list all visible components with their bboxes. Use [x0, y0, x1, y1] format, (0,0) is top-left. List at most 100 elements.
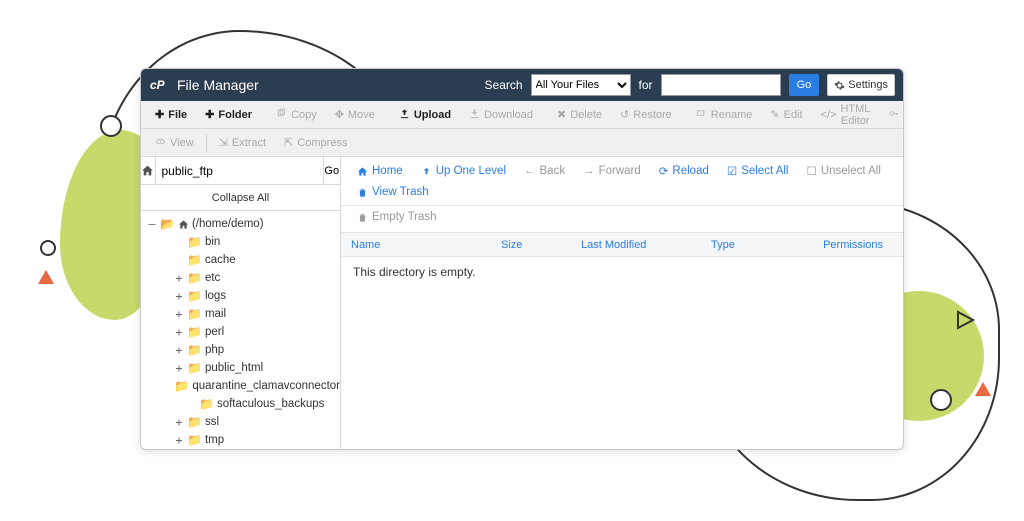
folder-button[interactable]: ✚Folder	[197, 104, 260, 125]
file-manager-window: cP File Manager Search All Your Files fo…	[140, 68, 904, 450]
tree-root[interactable]: – 📂 (/home/demo)	[147, 215, 340, 233]
select-all[interactable]: ☑Select All	[719, 161, 797, 181]
body-area: Go Collapse All – 📂 (/home/demo) 📁bin📁ca…	[141, 157, 903, 449]
expand-icon[interactable]: +	[174, 307, 184, 321]
folder-icon: 📁	[187, 433, 202, 447]
compress-button[interactable]: ⇱Compress	[276, 132, 355, 153]
expand-icon[interactable]: +	[174, 271, 184, 285]
nav-back-label: Back	[540, 165, 566, 177]
toolbar-primary: ✚File ✚Folder Copy ✥Move Upload Download…	[141, 101, 903, 129]
unselect-all[interactable]: ☐Unselect All	[799, 161, 889, 181]
col-size[interactable]: Size	[491, 239, 571, 251]
html-editor-button[interactable]: </>HTML Editor	[813, 99, 878, 131]
expand-icon[interactable]: +	[174, 289, 184, 303]
col-last-modified[interactable]: Last Modified	[571, 239, 701, 251]
tree-item-label: etc	[205, 272, 220, 284]
nav-up[interactable]: Up One Level	[413, 162, 514, 180]
tree-item[interactable]: 📁cache	[147, 251, 340, 269]
expand-icon[interactable]: +	[174, 343, 184, 357]
empty-trash[interactable]: Empty Trash	[349, 208, 445, 226]
folder-icon: 📁	[187, 415, 202, 429]
select-all-label: Select All	[741, 165, 788, 177]
copy-icon	[276, 108, 287, 122]
collapse-icon[interactable]: –	[147, 217, 157, 231]
tree-item[interactable]: +📁logs	[147, 287, 340, 305]
col-permissions[interactable]: Permissions	[801, 239, 903, 251]
expand-icon[interactable]: +	[174, 433, 184, 447]
folder-icon: 📁	[199, 397, 214, 411]
nav-up-label: Up One Level	[436, 165, 506, 177]
view-button[interactable]: View	[147, 132, 202, 154]
html-editor-label: HTML Editor	[840, 103, 870, 127]
tree-item[interactable]: 📁bin	[147, 233, 340, 251]
key-icon	[888, 108, 899, 122]
upload-button[interactable]: Upload	[391, 104, 459, 126]
tree-item-label: softaculous_backups	[217, 398, 324, 410]
restore-label: Restore	[633, 109, 672, 121]
tree-item[interactable]: +📁public_html	[147, 359, 340, 377]
search-scope-select[interactable]: All Your Files	[531, 74, 631, 96]
decor-circle-1	[100, 115, 122, 137]
nav-reload[interactable]: ⟳Reload	[651, 161, 717, 181]
expand-icon[interactable]: +	[174, 361, 184, 375]
decor-circle-2	[40, 240, 56, 256]
tree-item[interactable]: +📁ssl	[147, 413, 340, 431]
permissions-button[interactable]: Permissions	[880, 104, 904, 126]
tree-item[interactable]: 📁softaculous_backups	[147, 395, 340, 413]
tree-item[interactable]: +📁php	[147, 341, 340, 359]
rename-button[interactable]: Rename	[688, 104, 761, 126]
search-go-button[interactable]: Go	[789, 74, 820, 96]
path-input[interactable]	[156, 157, 323, 184]
table-header: Name Size Last Modified Type Permissions	[341, 233, 903, 257]
delete-button[interactable]: ✖Delete	[549, 104, 610, 125]
collapse-all-button[interactable]: Collapse All	[141, 185, 340, 211]
tree-item-label: ssl	[205, 416, 219, 428]
download-label: Download	[484, 109, 533, 121]
expand-icon[interactable]: +	[174, 415, 184, 429]
tree-item[interactable]: +📁etc	[147, 269, 340, 287]
col-type[interactable]: Type	[701, 239, 801, 251]
search-input[interactable]	[661, 74, 781, 96]
folder-icon: 📁	[187, 325, 202, 339]
tree-item-label: perl	[205, 326, 224, 338]
compress-icon: ⇱	[284, 136, 293, 149]
col-name[interactable]: Name	[341, 239, 491, 251]
tree-item[interactable]: +📁perl	[147, 323, 340, 341]
nav-forward[interactable]: →Forward	[575, 162, 649, 180]
upload-label: Upload	[414, 109, 451, 121]
view-trash[interactable]: View Trash	[349, 183, 437, 201]
tree-item[interactable]: 📁quarantine_clamavconnector	[147, 377, 340, 395]
gear-icon	[834, 80, 845, 91]
extract-button[interactable]: ⇲Extract	[211, 132, 274, 153]
download-button[interactable]: Download	[461, 104, 541, 126]
expand-icon[interactable]: +	[174, 325, 184, 339]
tree-item[interactable]: +📁tmp	[147, 431, 340, 449]
copy-button[interactable]: Copy	[268, 104, 325, 126]
search-for-label: for	[639, 78, 653, 92]
move-button[interactable]: ✥Move	[327, 104, 383, 125]
folder-label: Folder	[218, 109, 252, 121]
nav-home[interactable]: Home	[349, 162, 411, 180]
content-pane: Home Up One Level ←Back →Forward ⟳Reload…	[341, 157, 903, 449]
folder-icon: 📁	[187, 253, 202, 267]
delete-icon: ✖	[557, 108, 566, 121]
folder-icon: 📁	[187, 307, 202, 321]
settings-label: Settings	[848, 79, 888, 91]
home-button[interactable]	[141, 157, 156, 184]
decor-triangle-1	[38, 270, 54, 284]
unselect-all-label: Unselect All	[821, 165, 881, 177]
view-label: View	[170, 137, 194, 149]
tree-item[interactable]: +📁mail	[147, 305, 340, 323]
file-button[interactable]: ✚File	[147, 104, 195, 125]
path-go-button[interactable]: Go	[323, 157, 341, 184]
home-icon	[178, 219, 189, 230]
nav-back[interactable]: ←Back	[516, 162, 573, 180]
settings-button[interactable]: Settings	[827, 74, 895, 96]
edit-button[interactable]: ✎Edit	[762, 104, 810, 125]
tree-item-label: cache	[205, 254, 236, 266]
eye-icon	[155, 136, 166, 150]
restore-button[interactable]: ↺Restore	[612, 104, 680, 125]
rename-icon	[696, 108, 707, 122]
nav-reload-label: Reload	[672, 165, 708, 177]
folder-icon: 📁	[187, 235, 202, 249]
